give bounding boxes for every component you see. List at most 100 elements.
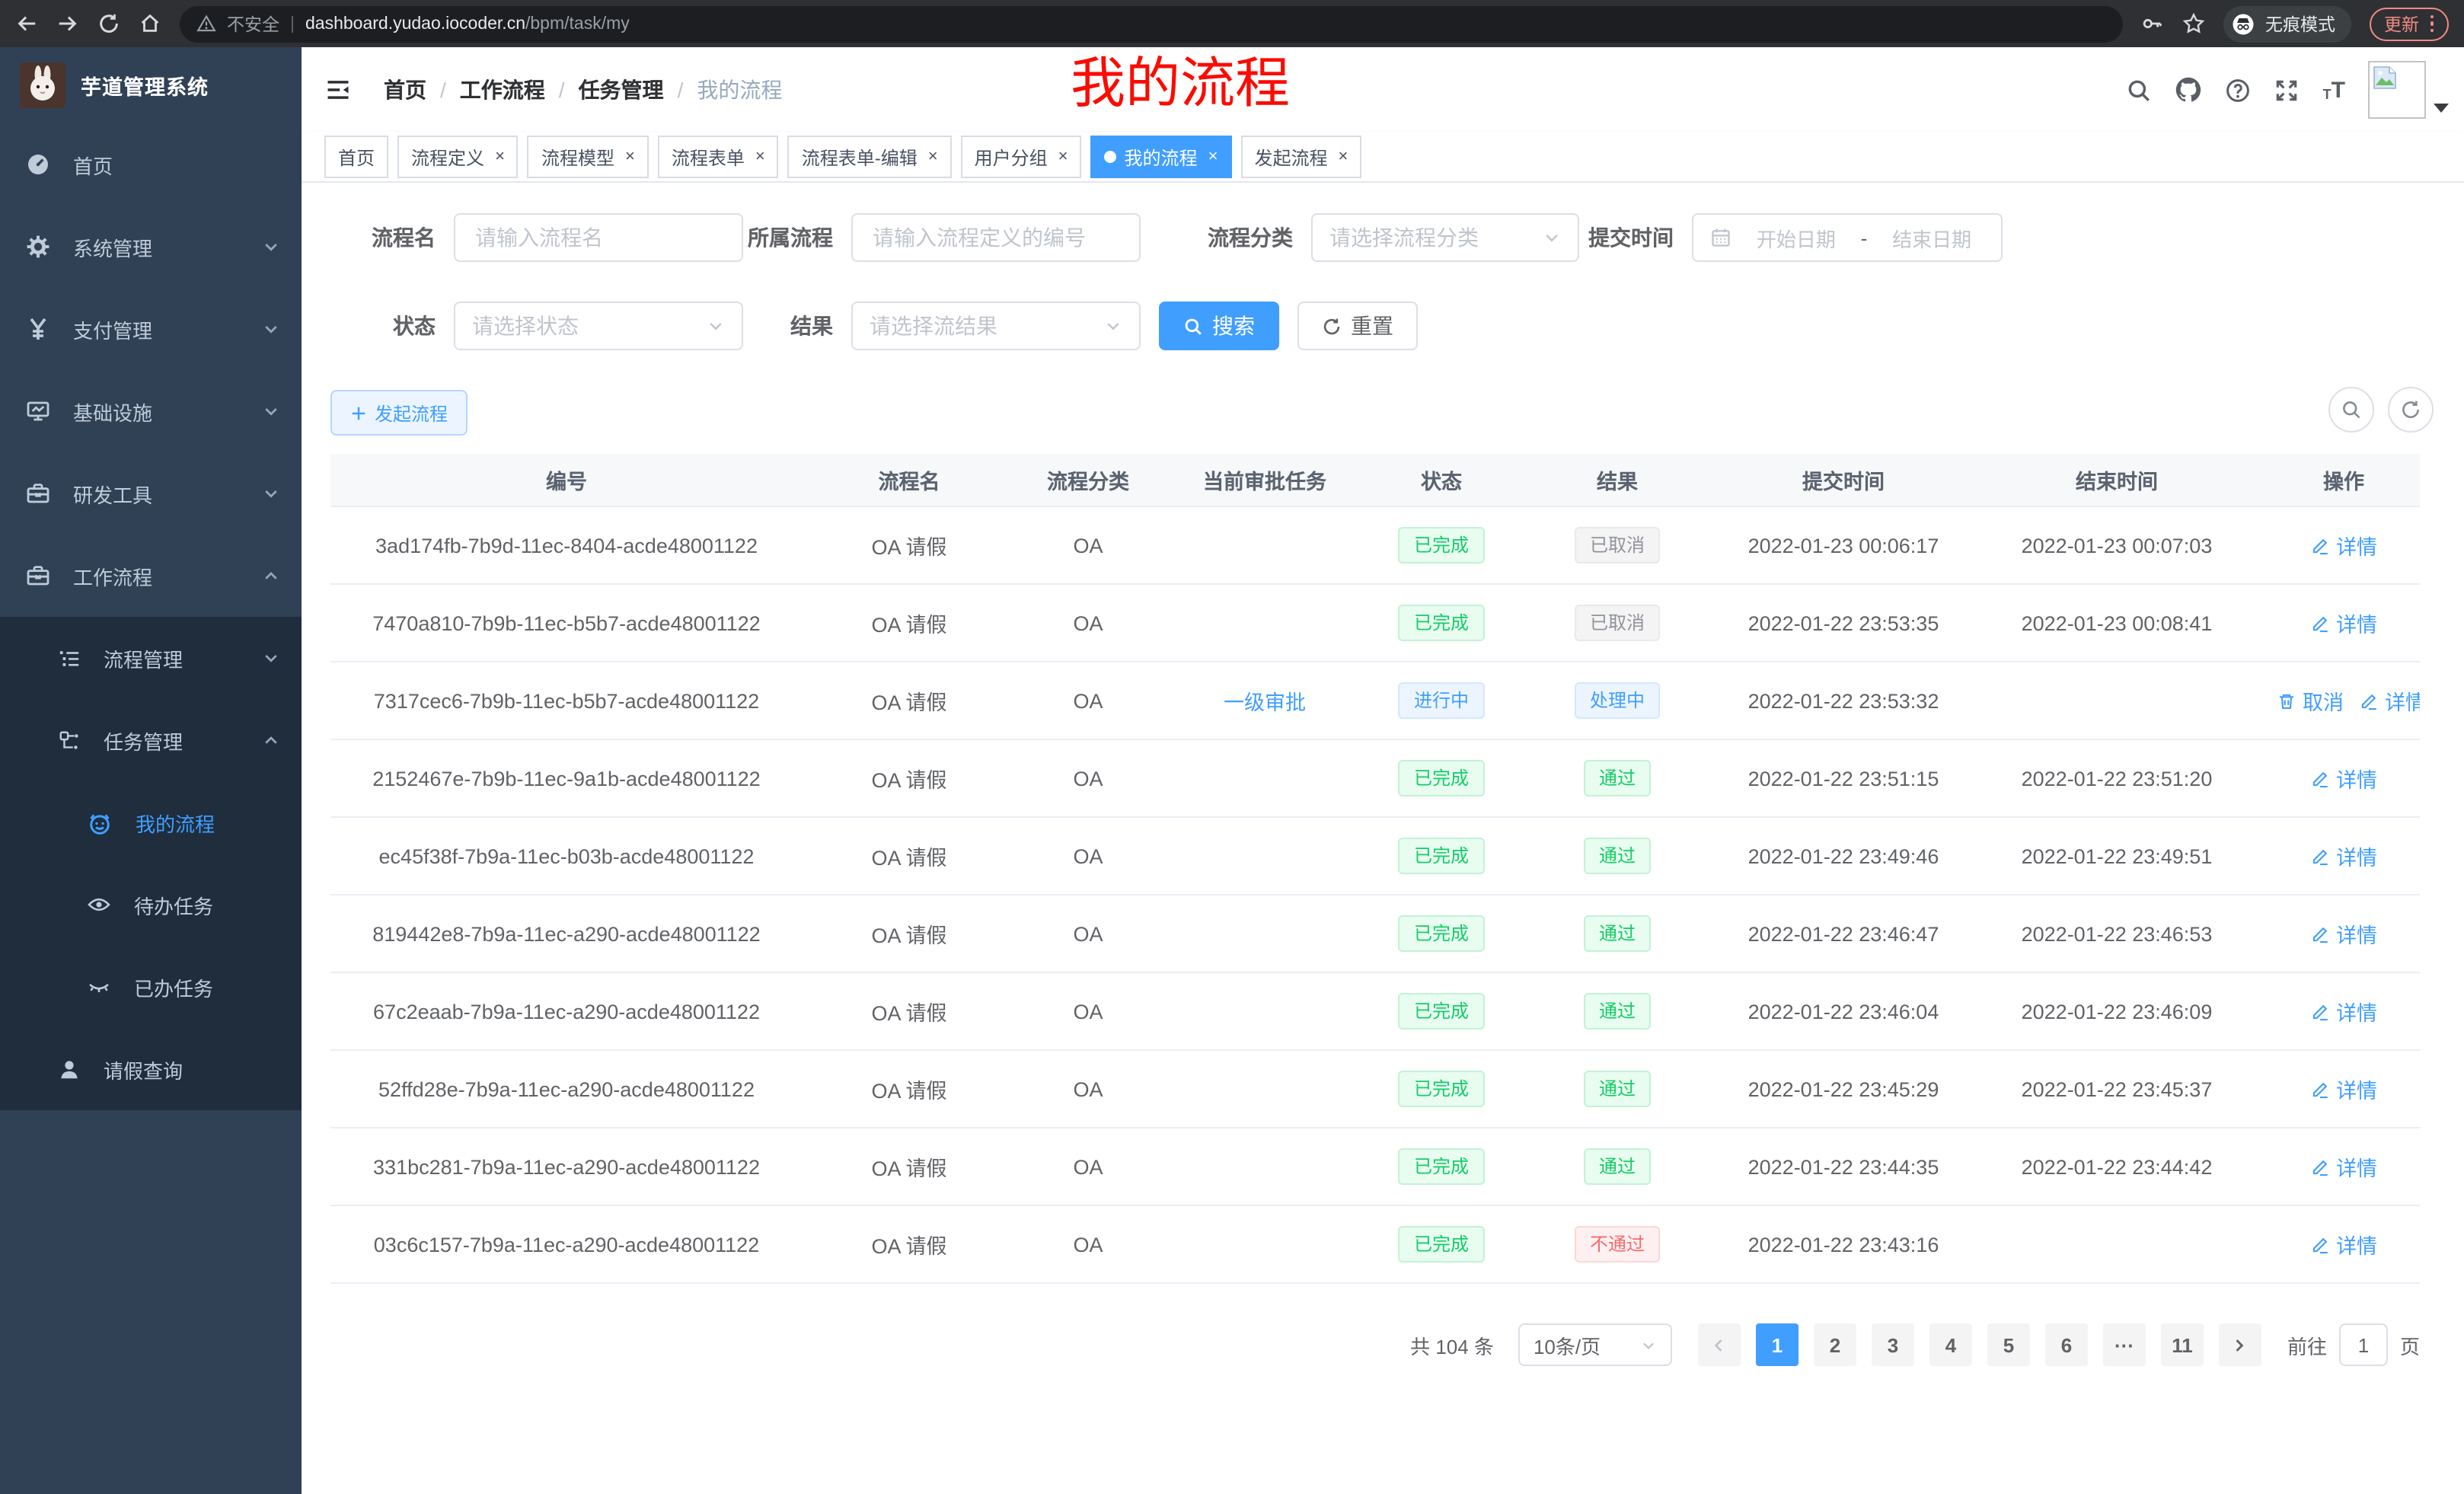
github-icon[interactable] [2175,76,2203,104]
close-icon[interactable]: × [1058,148,1068,165]
sidebar-item-leave-query[interactable]: 请假查询 [0,1028,302,1110]
filter-row-2: 状态 请选择状态 结果 请选择流结果 搜索 重置 [330,302,2420,350]
security-warning-icon [196,14,216,34]
cell-id: 331bc281-7b9a-11ec-a290-acde48001122 [330,1128,803,1205]
status-select[interactable]: 请选择状态 [454,302,743,350]
close-icon[interactable]: × [755,148,765,165]
breadcrumb-task-mgmt[interactable]: 任务管理 [579,75,664,105]
cell-name: OA 请假 [803,584,1016,662]
refresh-table-button[interactable] [2388,387,2434,433]
search-icon[interactable] [2127,77,2153,103]
page-button-1[interactable]: 1 [1756,1323,1799,1366]
cell-id: 03c6c157-7b9a-11ec-a290-acde48001122 [330,1205,803,1283]
sidebar-item-label: 我的流程 [136,808,280,837]
sidebar-item-my-process[interactable]: 我的流程 [0,781,302,864]
cell-submit-time: 2022-01-22 23:45:29 [1721,1050,1966,1128]
sidebar-item-workflow[interactable]: 工作流程 [0,535,302,617]
page-button-11[interactable]: 11 [2161,1323,2204,1366]
tab-流程模型[interactable]: 流程模型× [528,136,649,178]
sidebar-item-home[interactable]: 首页 [0,123,302,206]
date-end-placeholder: 结束日期 [1879,223,1984,252]
sidebar-item-label: 请假查询 [104,1055,280,1084]
sidebar-item-todo-tasks[interactable]: 待办任务 [0,864,302,946]
font-size-icon[interactable]: TT [2323,78,2345,101]
process-definition-input[interactable] [851,213,1141,262]
tab-用户分组[interactable]: 用户分组× [961,136,1082,178]
process-name-input[interactable] [454,213,743,262]
next-page-button[interactable] [2219,1323,2261,1366]
page-size-select[interactable]: 10条/页 [1518,1323,1672,1366]
breadcrumb-workflow[interactable]: 工作流程 [460,75,545,105]
op-detail-link[interactable]: 详情 [2310,1151,2377,1182]
close-icon[interactable]: × [1338,148,1348,165]
show-search-button[interactable] [2328,387,2374,433]
key-icon[interactable] [2140,12,2163,35]
tab-流程定义[interactable]: 流程定义× [397,136,519,178]
page-button-5[interactable]: 5 [1987,1323,2030,1366]
op-detail-link[interactable]: 详情 [2310,608,2377,638]
fullscreen-icon[interactable] [2274,77,2300,103]
search-button[interactable]: 搜索 [1159,302,1279,350]
user-avatar[interactable] [2368,61,2449,119]
reset-button[interactable]: 重置 [1297,302,1418,350]
start-process-button[interactable]: 发起流程 [330,390,468,436]
reload-icon[interactable] [97,12,120,35]
sidebar-item-label: 流程管理 [104,643,239,672]
page-button-···[interactable]: ··· [2103,1323,2146,1366]
goto-page-input[interactable]: 1 [2339,1323,2388,1366]
sidebar-item-infra[interactable]: 基础设施 [0,370,302,452]
browser-menu-icon[interactable] [2430,15,2434,33]
sidebar-item-system[interactable]: 系统管理 [0,206,302,288]
cell-submit-time: 2022-01-22 23:51:15 [1721,739,1966,817]
sidebar-item-process-mgmt[interactable]: 流程管理 [0,617,302,699]
tab-我的流程[interactable]: 我的流程× [1091,136,1232,178]
op-detail-link[interactable]: 详情 [2359,685,2420,716]
edit-icon [2310,1234,2330,1254]
close-icon[interactable]: × [928,148,938,165]
back-icon[interactable] [15,12,38,35]
help-icon[interactable] [2226,77,2252,103]
chevron-down-icon [707,317,725,335]
op-detail-link[interactable]: 详情 [2310,1229,2377,1259]
tab-发起流程[interactable]: 发起流程× [1240,136,1361,178]
sidebar-item-done-tasks[interactable]: 已办任务 [0,946,302,1028]
sidebar-item-task-mgmt[interactable]: 任务管理 [0,699,302,781]
op-detail-link[interactable]: 详情 [2310,763,2377,793]
result-select[interactable]: 请选择流结果 [851,302,1141,350]
security-label[interactable]: 不安全 [227,11,279,36]
page-button-2[interactable]: 2 [1814,1323,1856,1366]
page-button-3[interactable]: 3 [1872,1323,1914,1366]
sidebar-collapse-icon[interactable] [302,76,352,104]
tab-首页[interactable]: 首页 [324,136,388,178]
url-separator: | [290,14,295,33]
prev-page-button[interactable] [1698,1323,1741,1366]
sidebar-item-devtools[interactable]: 研发工具 [0,452,302,535]
cell-end-time: 2022-01-22 23:44:42 [1966,1128,2268,1205]
page-button-4[interactable]: 4 [1929,1323,1972,1366]
op-cancel-link[interactable]: 取消 [2277,685,2344,716]
screen: 不安全 | dashboard.yudao.iocoder.cn/bpm/tas… [0,0,2464,1494]
category-select[interactable]: 请选择流程分类 [1311,213,1579,262]
sidebar-item-payment[interactable]: 支付管理 [0,288,302,370]
page-button-6[interactable]: 6 [2045,1323,2088,1366]
close-icon[interactable]: × [1208,148,1218,165]
forward-icon[interactable] [56,12,79,35]
tab-流程表单[interactable]: 流程表单× [658,136,779,178]
update-label[interactable]: 更新 [2384,11,2419,36]
op-detail-link[interactable]: 详情 [2310,530,2377,560]
url-bar[interactable]: 不安全 | dashboard.yudao.iocoder.cn/bpm/tas… [180,5,2122,42]
op-detail-link[interactable]: 详情 [2310,841,2377,871]
close-icon[interactable]: × [495,148,505,165]
browser-update-button[interactable]: 更新 [2369,7,2449,40]
close-icon[interactable]: × [625,148,635,165]
breadcrumb-home[interactable]: 首页 [384,75,426,105]
bookmark-star-icon[interactable] [2182,12,2204,35]
home-icon[interactable] [139,12,161,35]
task-link[interactable]: 一级审批 [1224,685,1306,716]
tab-流程表单-编辑[interactable]: 流程表单-编辑× [788,136,952,178]
submit-time-range-picker[interactable]: 开始日期 - 结束日期 [1692,213,2003,262]
cell-submit-time: 2022-01-22 23:43:16 [1721,1205,1966,1283]
op-detail-link[interactable]: 详情 [2310,996,2377,1026]
op-detail-link[interactable]: 详情 [2310,918,2377,949]
op-detail-link[interactable]: 详情 [2310,1074,2377,1104]
